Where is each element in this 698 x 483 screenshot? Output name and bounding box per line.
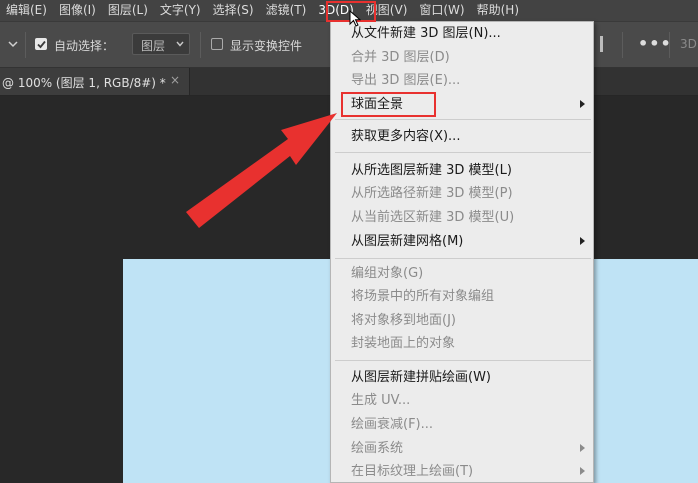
show-transform-checkbox[interactable] <box>211 38 223 50</box>
spherical-panorama-highlight-box <box>341 92 436 117</box>
3d-mode-label: 3D <box>680 37 697 51</box>
menu-item-generate-uvs: 生成 UV... <box>351 393 411 408</box>
chevron-down-icon[interactable] <box>8 39 18 49</box>
menu-window[interactable]: 窗口(W) <box>413 0 470 21</box>
document-tab[interactable]: @ 100% (图层 1, RGB/8#) * × <box>0 68 190 95</box>
menu-item-group-all-objects: 将场景中的所有对象编组 <box>351 289 495 304</box>
menu-image[interactable]: 图像(I) <box>53 0 102 21</box>
toolbar-divider <box>622 32 623 58</box>
auto-select-target-dropdown[interactable]: 图层 <box>132 33 190 55</box>
menu-type[interactable]: 文字(Y) <box>154 0 207 21</box>
menu-item-paint-falloff: 绘画衰减(F)... <box>351 417 434 432</box>
menu-item-new-tiled-painting[interactable]: 从图层新建拼贴绘画(W) <box>351 368 491 388</box>
submenu-arrow-icon <box>580 444 585 452</box>
menu-select[interactable]: 选择(S) <box>207 0 260 21</box>
dropdown-value: 图层 <box>141 39 166 53</box>
menu-filter[interactable]: 滤镜(T) <box>260 0 313 21</box>
menu-item-paint-on-target-texture: 在目标纹理上绘画(T) <box>351 464 474 479</box>
menu-separator <box>335 360 591 361</box>
menu-item-move-object-to-ground: 将对象移到地面(J) <box>351 313 456 328</box>
submenu-arrow-icon <box>580 100 585 108</box>
checkmark-icon <box>37 40 46 49</box>
menu-item-merge-3d-layers: 合并 3D 图层(D) <box>351 50 450 65</box>
3d-dropdown-menu: 从文件新建 3D 图层(N)... 合并 3D 图层(D) 导出 3D 图层(E… <box>330 21 594 483</box>
menu-item-new-mesh-from-layer[interactable]: 从图层新建网格(M) <box>351 232 463 252</box>
menu-layer[interactable]: 图层(L) <box>102 0 154 21</box>
menu-item-new-3d-layer-from-file[interactable]: 从文件新建 3D 图层(N)... <box>351 24 501 44</box>
menu-item-get-more-content[interactable]: 获取更多内容(X)... <box>351 127 460 147</box>
menu-item-group-objects: 编组对象(G) <box>351 266 424 281</box>
menu-item-new-3d-model-from-path: 从所选路径新建 3D 模型(P) <box>351 186 513 201</box>
menu-separator <box>335 152 591 153</box>
close-icon[interactable]: × <box>170 73 180 87</box>
menu-edit[interactable]: 编辑(E) <box>0 0 53 21</box>
submenu-arrow-icon <box>580 467 585 475</box>
auto-select-checkbox[interactable] <box>35 38 47 50</box>
submenu-arrow-icon <box>580 237 585 245</box>
document-tab-title: @ 100% (图层 1, RGB/8#) * <box>2 76 166 90</box>
more-options-button[interactable]: ••• <box>638 34 672 53</box>
menu-item-new-3d-model-from-selection: 从当前选区新建 3D 模型(U) <box>351 210 515 225</box>
auto-select-label: 自动选择： <box>54 39 115 53</box>
show-transform-label: 显示变换控件 <box>230 39 303 53</box>
toolbar-divider <box>669 32 670 58</box>
menu-item-paint-system: 绘画系统 <box>351 441 404 456</box>
toolbar-divider <box>200 32 201 58</box>
menu-separator <box>335 258 591 259</box>
menu-help[interactable]: 帮助(H) <box>471 0 525 21</box>
menu-separator <box>335 119 591 120</box>
mouse-cursor-icon <box>349 10 361 27</box>
toolbar-divider <box>25 32 26 58</box>
align-icon[interactable] <box>600 36 603 52</box>
menu-item-new-3d-model-from-layer[interactable]: 从所选图层新建 3D 模型(L) <box>351 161 512 181</box>
chevron-down-icon <box>176 41 184 47</box>
menu-item-export-3d-layer: 导出 3D 图层(E)... <box>351 73 461 88</box>
menu-item-pack-objects-on-ground: 封装地面上的对象 <box>351 336 456 351</box>
